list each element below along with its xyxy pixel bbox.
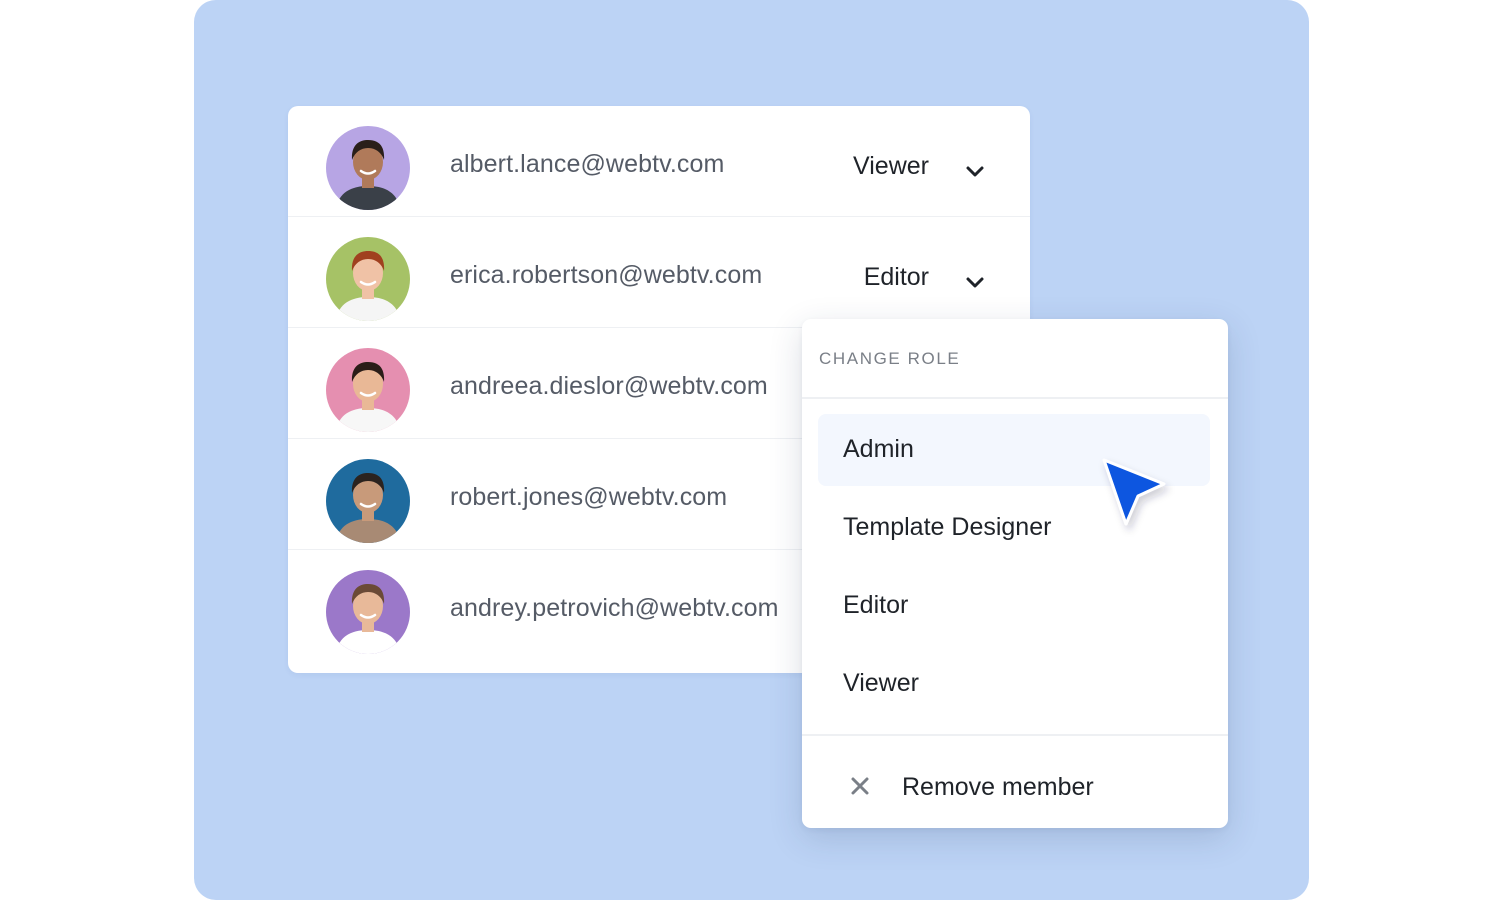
role-option-label: Viewer — [843, 669, 919, 698]
member-email: albert.lance@webtv.com — [450, 150, 724, 179]
person-icon — [326, 348, 410, 432]
person-icon — [326, 459, 410, 543]
avatar — [326, 459, 410, 543]
person-icon — [326, 237, 410, 321]
remove-member-label: Remove member — [902, 773, 1094, 802]
menu-header: CHANGE ROLE — [819, 349, 960, 369]
member-email: robert.jones@webtv.com — [450, 483, 727, 512]
role-select-label[interactable]: Viewer — [853, 152, 929, 181]
role-option-label: Template Designer — [843, 513, 1051, 542]
chevron-down-icon[interactable] — [964, 271, 986, 293]
pointer-cursor-icon — [1096, 454, 1186, 544]
avatar — [326, 348, 410, 432]
avatar — [326, 237, 410, 321]
member-row: erica.robertson@webtv.com Editor — [288, 217, 1030, 328]
avatar — [326, 126, 410, 210]
role-option-viewer[interactable]: Viewer — [818, 648, 1210, 720]
avatar — [326, 570, 410, 654]
member-email: andreea.dieslor@webtv.com — [450, 372, 768, 401]
member-row: albert.lance@webtv.com Viewer — [288, 106, 1030, 217]
role-option-label: Editor — [843, 591, 908, 620]
chevron-down-icon[interactable] — [964, 160, 986, 182]
member-email: andrey.petrovich@webtv.com — [450, 594, 779, 623]
person-icon — [326, 570, 410, 654]
role-option-editor[interactable]: Editor — [818, 570, 1210, 642]
change-role-menu: CHANGE ROLE Admin Template Designer Edit… — [802, 319, 1228, 828]
role-option-label: Admin — [843, 435, 914, 464]
divider — [802, 734, 1228, 736]
person-icon — [326, 126, 410, 210]
member-email: erica.robertson@webtv.com — [450, 261, 762, 290]
role-select-label[interactable]: Editor — [864, 263, 929, 292]
divider — [802, 397, 1228, 399]
close-icon — [850, 776, 870, 796]
remove-member-button[interactable]: Remove member — [840, 763, 1200, 809]
